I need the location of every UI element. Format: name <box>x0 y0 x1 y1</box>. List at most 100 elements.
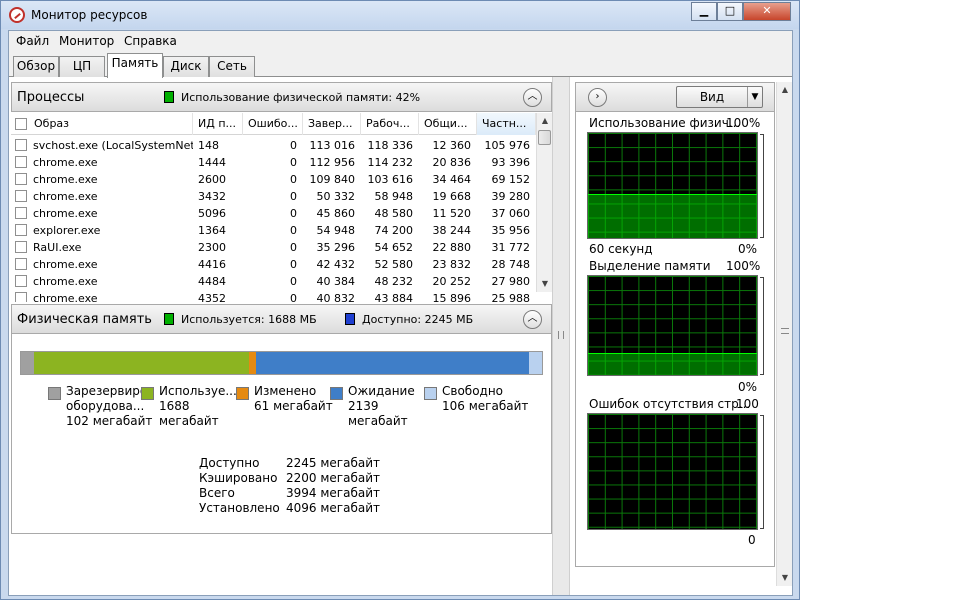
memory-segment-reserved <box>21 352 34 374</box>
memory-segment-standby <box>256 352 529 374</box>
table-cell: 12 360 <box>432 139 472 152</box>
stat-label: Доступно <box>199 456 260 470</box>
column-private[interactable]: Частн... <box>477 113 536 135</box>
table-cell: 2600 <box>198 173 226 186</box>
tab-disk[interactable]: Диск <box>163 56 209 77</box>
graph2-min: 0% <box>738 380 758 394</box>
table-row[interactable]: chrome.exe 4484 0 40 384 48 232 20 252 27 980 <box>11 273 536 290</box>
memory-segment-in-use <box>33 352 249 374</box>
row-checkbox[interactable] <box>15 241 27 253</box>
table-cell: 15 896 <box>432 292 472 302</box>
table-cell: 0 <box>290 275 297 288</box>
row-checkbox[interactable] <box>15 173 27 185</box>
table-row[interactable]: chrome.exe 2600 0 109 840 103 616 34 464 69 15… <box>11 171 536 188</box>
tab-network[interactable]: Сеть <box>209 56 255 77</box>
pane-splitter[interactable] <box>552 77 570 595</box>
row-checkbox[interactable] <box>15 224 27 236</box>
table-cell: 112 956 <box>309 156 356 169</box>
table-cell: 113 016 <box>309 139 356 152</box>
table-cell: 93 396 <box>491 156 531 169</box>
graphs-scroll-down-arrow[interactable]: ▼ <box>777 570 793 586</box>
column-commit[interactable]: Завер... <box>303 113 361 135</box>
row-checkbox[interactable] <box>15 156 27 168</box>
view-dropdown-arrow-icon[interactable]: ▼ <box>747 87 762 107</box>
expand-graphs-button[interactable]: › <box>588 88 607 107</box>
table-cell: 19 668 <box>432 190 472 203</box>
table-cell: 54 948 <box>316 224 356 237</box>
processes-list: svchost.exe (LocalSystemNet... 148 0 113 01… <box>11 137 536 302</box>
table-cell: 105 976 <box>484 139 531 152</box>
row-checkbox[interactable] <box>15 190 27 202</box>
column-shareable[interactable]: Общи... <box>419 113 477 135</box>
scroll-down-arrow[interactable]: ▼ <box>537 276 553 292</box>
table-cell: 43 884 <box>374 292 414 302</box>
table-row[interactable]: chrome.exe 4352 0 40 832 43 884 15 896 25 988 <box>11 290 536 302</box>
column-faults[interactable]: Ошибо... <box>243 113 303 135</box>
table-row[interactable]: chrome.exe 4416 0 42 432 52 580 23 832 28 748 <box>11 256 536 273</box>
memory-stats: Доступно 2245 мегабайт Кэшировано 2200 мега… <box>199 456 399 526</box>
table-row[interactable]: svchost.exe (LocalSystemNet... 148 0 113 01… <box>11 137 536 154</box>
collapse-physical-button[interactable]: ︿ <box>523 310 542 329</box>
legend-text: мегабайт <box>159 414 219 428</box>
tab-memory[interactable]: Память <box>107 53 163 78</box>
table-cell: 109 840 <box>309 173 356 186</box>
minimize-button[interactable]: ▁ <box>691 2 717 21</box>
row-checkbox[interactable] <box>15 292 27 302</box>
row-checkbox[interactable] <box>15 258 27 270</box>
table-cell: 23 832 <box>432 258 472 271</box>
graphs-scrollbar[interactable]: ▲ ▼ <box>776 82 792 586</box>
legend-text: Свободно <box>442 384 504 398</box>
processes-header[interactable]: Процессы Использование физической памяти… <box>11 82 552 112</box>
table-row[interactable]: chrome.exe 3432 0 50 332 58 948 19 668 39 280 <box>11 188 536 205</box>
table-cell: 22 880 <box>432 241 472 254</box>
close-button[interactable]: ✕ <box>743 2 791 21</box>
tab-strip: Обзор ЦП Память Диск Сеть <box>9 53 792 78</box>
tab-overview[interactable]: Обзор <box>13 56 59 77</box>
table-cell: 2300 <box>198 241 226 254</box>
legend-item: Используе... 1688 мегабайт <box>141 384 237 434</box>
available-label: Доступно: 2245 МБ <box>362 313 474 326</box>
processes-title: Процессы <box>17 90 85 105</box>
row-checkbox[interactable] <box>15 139 27 151</box>
view-button[interactable]: Вид ▼ <box>676 86 763 108</box>
table-cell: 39 280 <box>491 190 531 203</box>
table-cell: 0 <box>290 258 297 271</box>
menu-monitor[interactable]: Монитор <box>59 34 114 48</box>
table-row[interactable]: RaUI.exe 2300 0 35 296 54 652 22 880 31 772 <box>11 239 536 256</box>
physical-memory-header[interactable]: Физическая память Используется: 1688 МБ … <box>11 304 552 334</box>
title-bar[interactable]: Монитор ресурсов ▁ □ ✕ <box>1 1 799 29</box>
row-checkbox[interactable] <box>15 275 27 287</box>
maximize-button[interactable]: □ <box>717 2 743 21</box>
table-cell: 0 <box>290 207 297 220</box>
table-row[interactable]: chrome.exe 1444 0 112 956 114 232 20 836 93 39… <box>11 154 536 171</box>
legend-text: Ожидание <box>348 384 415 398</box>
row-checkbox[interactable] <box>15 207 27 219</box>
menu-help[interactable]: Справка <box>124 34 177 48</box>
menu-file[interactable]: Файл <box>16 34 49 48</box>
table-cell: 148 <box>198 139 219 152</box>
scroll-thumb[interactable] <box>538 130 551 145</box>
scroll-up-arrow[interactable]: ▲ <box>537 113 553 129</box>
graph2-commit-charge <box>587 275 758 376</box>
stat-label: Всего <box>199 486 235 500</box>
legend-text: 61 мегабайт <box>254 399 333 413</box>
table-row[interactable]: chrome.exe 5096 0 45 860 48 580 11 520 37 060 <box>11 205 536 222</box>
column-image[interactable]: Образ <box>29 113 193 135</box>
graphs-scroll-up-arrow[interactable]: ▲ <box>777 82 793 98</box>
collapse-processes-button[interactable]: ︿ <box>523 88 542 107</box>
legend-item: Зарезервиров оборудова... 102 мегабайт <box>48 384 154 434</box>
table-cell: 42 432 <box>316 258 356 271</box>
column-working-set[interactable]: Рабоч... <box>361 113 419 135</box>
table-row[interactable]: explorer.exe 1364 0 54 948 74 200 38 244 35 95… <box>11 222 536 239</box>
table-cell: 1364 <box>198 224 226 237</box>
processes-scrollbar[interactable]: ▲ ▼ <box>536 113 552 292</box>
table-cell: 103 616 <box>367 173 414 186</box>
legend-text: мегабайт <box>348 414 408 428</box>
column-pid[interactable]: ИД п... <box>193 113 243 135</box>
graph3-max: 100 <box>736 397 759 411</box>
tab-cpu[interactable]: ЦП <box>59 56 105 77</box>
stat-value: 3994 мегабайт <box>286 486 380 500</box>
select-all-checkbox[interactable] <box>15 118 27 130</box>
graph1-timespan: 60 секунд <box>589 242 653 256</box>
graph2-title: Выделение памяти <box>589 259 711 273</box>
